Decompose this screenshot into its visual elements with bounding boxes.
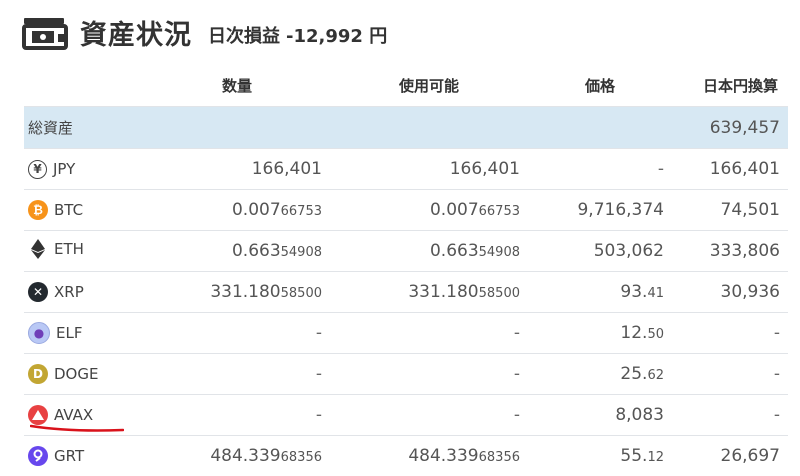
asset-symbol: BTC bbox=[54, 201, 83, 219]
price-value: 503,062 bbox=[594, 241, 664, 261]
jpy-value: 26,697 bbox=[721, 446, 780, 466]
available-value: - bbox=[514, 364, 520, 384]
table-row: ● ELF - - 12.50 - bbox=[24, 313, 788, 354]
quantity-value: 0.007 bbox=[232, 200, 281, 220]
avax-icon bbox=[28, 405, 48, 425]
page-header: 資産状況 日次損益 -12,992 円 bbox=[22, 8, 387, 56]
price-value: 12. bbox=[620, 323, 647, 343]
header-price: 価格 bbox=[528, 64, 672, 107]
total-assets-value: 639,457 bbox=[672, 107, 788, 149]
jpy-value: - bbox=[774, 323, 780, 343]
jpy-value: - bbox=[774, 364, 780, 384]
red-annotation-underline bbox=[30, 424, 124, 432]
price-value: 9,716,374 bbox=[577, 200, 664, 220]
table-header-row: 数量 使用可能 価格 日本円換算 bbox=[24, 64, 788, 107]
page-title: 資産状況 bbox=[80, 13, 192, 52]
quantity-value-fraction: 54908 bbox=[281, 245, 322, 260]
doge-icon: D bbox=[28, 364, 48, 384]
asset-symbol: ETH bbox=[54, 240, 84, 258]
daily-pnl-label: 日次損益 bbox=[208, 22, 280, 48]
ethereum-icon bbox=[28, 239, 48, 259]
quantity-value-fraction: 66753 bbox=[281, 204, 322, 219]
jpy-value: 333,806 bbox=[710, 241, 780, 261]
jpy-value: - bbox=[774, 405, 780, 425]
graph-icon bbox=[28, 446, 48, 466]
price-value-fraction: 41 bbox=[647, 286, 664, 301]
price-value-fraction: 50 bbox=[647, 327, 664, 342]
header-jpy-value: 日本円換算 bbox=[672, 64, 788, 107]
price-value-fraction: 62 bbox=[647, 368, 664, 383]
available-value: 0.007 bbox=[430, 200, 479, 220]
daily-pnl-value: -12,992 円 bbox=[286, 22, 387, 48]
price-value-fraction: 12 bbox=[647, 450, 664, 465]
asset-symbol: AVAX bbox=[54, 406, 93, 424]
price-value: 93. bbox=[620, 282, 647, 302]
quantity-value: 166,401 bbox=[252, 159, 322, 179]
available-value: 0.663 bbox=[430, 241, 479, 261]
table-row: ¥ JPY 166,401 166,401 - 166,401 bbox=[24, 149, 788, 190]
table-row: D DOGE - - 25.62 - bbox=[24, 354, 788, 395]
asset-symbol: GRT bbox=[54, 447, 84, 465]
jpy-value: 166,401 bbox=[710, 159, 780, 179]
table-row: ETH 0.66354908 0.66354908 503,062 333,80… bbox=[24, 231, 788, 272]
available-value: 331.180 bbox=[408, 282, 478, 302]
table-row: ✕ XRP 331.18058500 331.18058500 93.41 30… bbox=[24, 272, 788, 313]
xrp-icon: ✕ bbox=[28, 282, 48, 302]
yen-icon: ¥ bbox=[28, 160, 47, 179]
available-value: 166,401 bbox=[450, 159, 520, 179]
table-row: GRT 484.33968356 484.33968356 55.12 26,6… bbox=[24, 436, 788, 476]
total-assets-row: 総資産 639,457 bbox=[24, 107, 788, 149]
quantity-value: - bbox=[316, 364, 322, 384]
available-value: 484.339 bbox=[408, 446, 478, 466]
quantity-value: - bbox=[316, 323, 322, 343]
price-value: 8,083 bbox=[615, 405, 664, 425]
quantity-value: 331.180 bbox=[210, 282, 280, 302]
price-value: 55. bbox=[620, 446, 647, 466]
header-quantity: 数量 bbox=[144, 64, 330, 107]
total-assets-label: 総資産 bbox=[24, 107, 144, 149]
wallet-icon bbox=[22, 14, 68, 50]
asset-symbol: DOGE bbox=[54, 365, 98, 383]
asset-symbol: ELF bbox=[56, 324, 82, 342]
table-row: AVAX - - 8,083 - bbox=[24, 395, 788, 436]
header-asset bbox=[24, 64, 144, 107]
available-value-fraction: 58500 bbox=[479, 286, 520, 301]
elf-icon: ● bbox=[28, 322, 50, 344]
price-value: 25. bbox=[620, 364, 647, 384]
asset-symbol: JPY bbox=[53, 160, 75, 178]
quantity-value-fraction: 58500 bbox=[281, 286, 322, 301]
jpy-value: 74,501 bbox=[721, 200, 780, 220]
header-available: 使用可能 bbox=[330, 64, 528, 107]
asset-symbol: XRP bbox=[54, 283, 84, 301]
bitcoin-icon: ₿ bbox=[28, 200, 48, 220]
quantity-value: 0.663 bbox=[232, 241, 281, 261]
jpy-value: 30,936 bbox=[721, 282, 780, 302]
available-value-fraction: 66753 bbox=[479, 204, 520, 219]
table-row: ₿ BTC 0.00766753 0.00766753 9,716,374 74… bbox=[24, 190, 788, 231]
available-value: - bbox=[514, 323, 520, 343]
quantity-value: 484.339 bbox=[210, 446, 280, 466]
available-value-fraction: 54908 bbox=[479, 245, 520, 260]
available-value: - bbox=[514, 405, 520, 425]
quantity-value: - bbox=[316, 405, 322, 425]
available-value-fraction: 68356 bbox=[479, 450, 520, 465]
assets-table: 数量 使用可能 価格 日本円換算 総資産 639,457 ¥ JPY 166,4… bbox=[24, 64, 788, 476]
quantity-value-fraction: 68356 bbox=[281, 450, 322, 465]
price-value: - bbox=[658, 159, 664, 179]
